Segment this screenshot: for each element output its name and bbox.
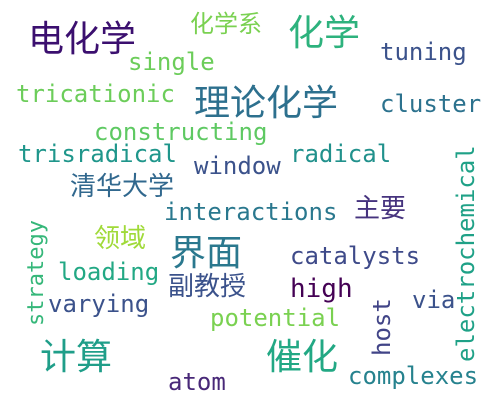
word-lilunhuaxue: 理论化学 <box>194 83 339 124</box>
word-fujiaoshou: 副教授 <box>168 272 247 302</box>
word-zhuyao: 主要 <box>354 194 407 224</box>
word-electrochemical: electrochemical <box>452 145 480 362</box>
word-cuihua: 催化 <box>266 337 339 378</box>
word-qinghuadaxue: 清华大学 <box>70 172 175 202</box>
word-jisuan: 计算 <box>40 337 113 378</box>
word-loading: loading <box>58 258 160 286</box>
word-complexes: complexes <box>348 362 479 390</box>
word-via: via <box>412 286 456 314</box>
word-trisradical: trisradical <box>18 140 177 168</box>
word-catalysts: catalysts <box>290 242 421 270</box>
word-varying: varying <box>48 290 150 318</box>
word-huaxuexi: 化学系 <box>190 10 262 38</box>
word-radical: radical <box>290 140 392 168</box>
word-jiemian: 界面 <box>170 233 243 274</box>
word-potential: potential <box>210 304 341 332</box>
word-tricationic: tricationic <box>16 80 175 108</box>
word-interactions: interactions <box>164 198 338 226</box>
word-strategy: strategy <box>24 220 49 326</box>
word-lingyu: 领域 <box>94 224 147 254</box>
word-cloud: 电化学 化学系 化学 single tuning tricationic 理论化… <box>0 0 500 400</box>
word-atom: atom <box>168 368 226 396</box>
word-tuning: tuning <box>380 38 467 66</box>
word-host: host <box>368 298 396 356</box>
word-window: window <box>194 152 281 180</box>
word-high: high <box>290 274 353 304</box>
word-cluster: cluster <box>380 90 482 118</box>
word-huaxue: 化学 <box>288 13 361 54</box>
word-dianhuaxue: 电化学 <box>28 19 137 60</box>
word-single: single <box>128 48 215 76</box>
